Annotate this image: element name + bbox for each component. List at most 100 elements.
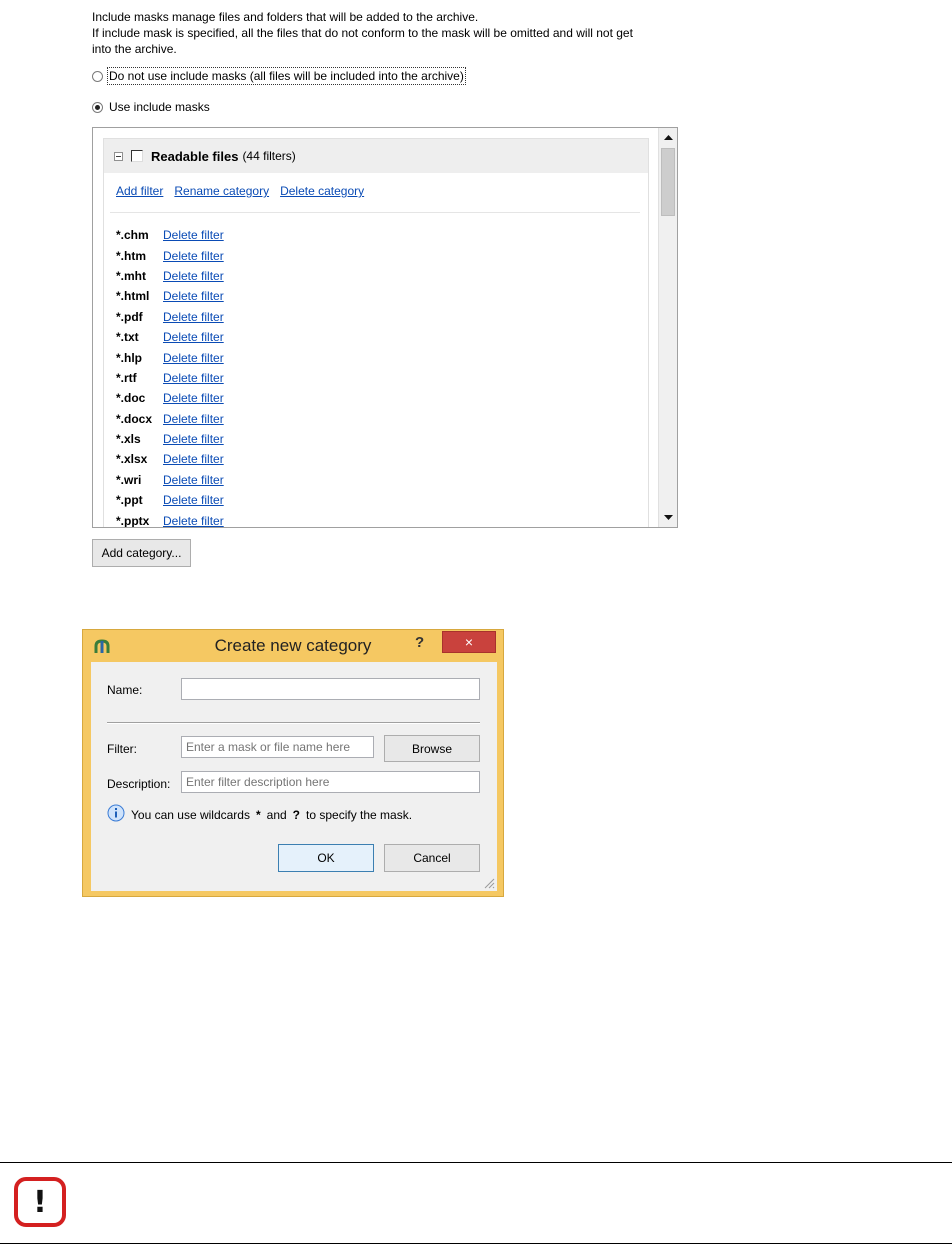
help-icon[interactable]: ? xyxy=(415,634,424,651)
add-category-button[interactable]: Add category... xyxy=(92,539,191,567)
delete-filter-link[interactable]: Delete filter xyxy=(163,371,224,385)
use-masks-radio[interactable] xyxy=(92,101,103,113)
category-readable-files: Readable files (44 filters) Add filter R… xyxy=(103,138,649,528)
ok-button[interactable]: OK xyxy=(278,844,374,872)
filter-name: *.pdf xyxy=(116,309,143,324)
filter-name: *.rtf xyxy=(116,370,137,385)
filter-row: *.xlsx Delete filter xyxy=(116,449,224,469)
scroll-down-icon[interactable] xyxy=(659,509,677,526)
include-masks-panel: Readable files (44 filters) Add filter R… xyxy=(92,127,678,528)
delete-category-link[interactable]: Delete category xyxy=(280,184,364,198)
filter-row: *.txt Delete filter xyxy=(116,327,224,347)
hint-text-post: to specify the mask. xyxy=(306,807,413,822)
create-category-dialog: Create new category ? × Name: Filter: Br… xyxy=(82,629,504,897)
name-label: Name: xyxy=(107,683,143,697)
category-actions: Add filter Rename category Delete catego… xyxy=(116,184,364,198)
filter-row: *.mht Delete filter xyxy=(116,266,224,286)
description-label: Description: xyxy=(107,777,171,791)
filter-row: *.htm Delete filter xyxy=(116,245,224,265)
cancel-button[interactable]: Cancel xyxy=(384,844,480,872)
filter-name: *.doc xyxy=(116,391,146,406)
add-filter-link[interactable]: Add filter xyxy=(116,184,163,198)
delete-filter-link[interactable]: Delete filter xyxy=(163,493,224,507)
filter-input[interactable] xyxy=(181,736,374,758)
filter-name: *.xls xyxy=(116,432,141,447)
delete-filter-link[interactable]: Delete filter xyxy=(163,269,224,283)
filter-name: *.html xyxy=(116,289,150,304)
filter-row: *.doc Delete filter xyxy=(116,388,224,408)
wildcard-hint: You can use wildcards * and ? to specify… xyxy=(107,804,412,825)
scroll-thumb[interactable] xyxy=(661,148,675,216)
filter-row: *.pdf Delete filter xyxy=(116,307,224,327)
delete-filter-link[interactable]: Delete filter xyxy=(163,452,224,466)
use-masks-label[interactable]: Use include masks xyxy=(109,100,210,114)
close-button[interactable]: × xyxy=(442,631,496,653)
no-masks-radio[interactable] xyxy=(92,70,103,82)
delete-filter-link[interactable]: Delete filter xyxy=(163,310,224,324)
category-count: (44 filters) xyxy=(242,149,296,163)
delete-filter-link[interactable]: Delete filter xyxy=(163,473,224,487)
name-input[interactable] xyxy=(181,678,480,700)
filter-name: *.wri xyxy=(116,472,142,487)
collapse-icon[interactable] xyxy=(114,151,123,161)
hint-question: ? xyxy=(292,807,301,822)
close-icon: × xyxy=(464,634,474,650)
description-input[interactable] xyxy=(181,771,480,793)
filter-row: *.pptx Delete filter xyxy=(116,510,224,528)
filter-row: *.ppt Delete filter xyxy=(116,490,224,510)
delete-filter-link[interactable]: Delete filter xyxy=(163,432,224,446)
no-masks-label[interactable]: Do not use include masks (all files will… xyxy=(107,67,466,85)
category-checkbox[interactable] xyxy=(131,150,143,162)
delete-filter-link[interactable]: Delete filter xyxy=(163,351,224,365)
option-no-masks[interactable]: Do not use include masks (all files will… xyxy=(92,67,466,85)
delete-filter-link[interactable]: Delete filter xyxy=(163,289,224,303)
filter-name: *.htm xyxy=(116,248,146,263)
intro-line-3: into the archive. xyxy=(92,42,177,56)
hint-text-pre: You can use wildcards xyxy=(131,807,250,822)
scroll-up-icon[interactable] xyxy=(659,129,677,146)
delete-filter-link[interactable]: Delete filter xyxy=(163,330,224,344)
delete-filter-link[interactable]: Delete filter xyxy=(163,249,224,263)
filter-row: *.html Delete filter xyxy=(116,286,224,306)
hint-star: * xyxy=(255,807,261,822)
filter-label: Filter: xyxy=(107,742,137,756)
filter-row: *.wri Delete filter xyxy=(116,470,224,490)
delete-filter-link[interactable]: Delete filter xyxy=(163,514,224,527)
intro-line-1: Include masks manage files and folders t… xyxy=(92,10,479,24)
filter-name: *.ppt xyxy=(116,493,143,508)
vertical-scrollbar[interactable] xyxy=(658,128,677,527)
intro-line-2: If include mask is specified, all the fi… xyxy=(92,26,633,40)
filter-row: *.xls Delete filter xyxy=(116,429,224,449)
exclamation-warning-icon: ! xyxy=(14,1177,66,1227)
option-use-masks[interactable]: Use include masks xyxy=(92,100,210,114)
filter-row: *.rtf Delete filter xyxy=(116,368,224,388)
filter-name: *.txt xyxy=(116,330,139,345)
divider xyxy=(110,212,640,213)
dialog-divider xyxy=(107,722,480,724)
dialog-title: Create new category xyxy=(214,636,372,655)
delete-filter-link[interactable]: Delete filter xyxy=(163,412,224,426)
note-bottom-rule xyxy=(0,1243,952,1244)
delete-filter-link[interactable]: Delete filter xyxy=(163,391,224,405)
filter-name: *.chm xyxy=(116,228,149,243)
filter-list: *.chm Delete filter *.htm Delete filter *.… xyxy=(116,225,224,528)
filter-row: *.docx Delete filter xyxy=(116,409,224,429)
browse-button[interactable]: Browse xyxy=(384,735,480,762)
filter-name: *.mht xyxy=(116,268,146,283)
category-header: Readable files (44 filters) xyxy=(104,139,648,173)
filter-name: *.hlp xyxy=(116,350,142,365)
delete-filter-link[interactable]: Delete filter xyxy=(163,228,224,242)
filter-name: *.xlsx xyxy=(116,452,148,467)
category-title: Readable files xyxy=(151,148,239,164)
filter-row: *.hlp Delete filter xyxy=(116,347,224,367)
dialog-body: Name: Filter: Browse Description: You ca… xyxy=(91,662,497,891)
intro-text: Include masks manage files and folders t… xyxy=(92,9,692,57)
filter-name: *.pptx xyxy=(116,513,150,528)
rename-category-link[interactable]: Rename category xyxy=(174,184,269,198)
filter-name: *.docx xyxy=(116,411,153,426)
category-body: Add filter Rename category Delete catego… xyxy=(104,173,648,528)
resize-grip-icon[interactable] xyxy=(483,877,495,889)
hint-text-and: and xyxy=(266,807,287,822)
filter-row: *.chm Delete filter xyxy=(116,225,224,245)
note-top-rule xyxy=(0,1162,952,1163)
